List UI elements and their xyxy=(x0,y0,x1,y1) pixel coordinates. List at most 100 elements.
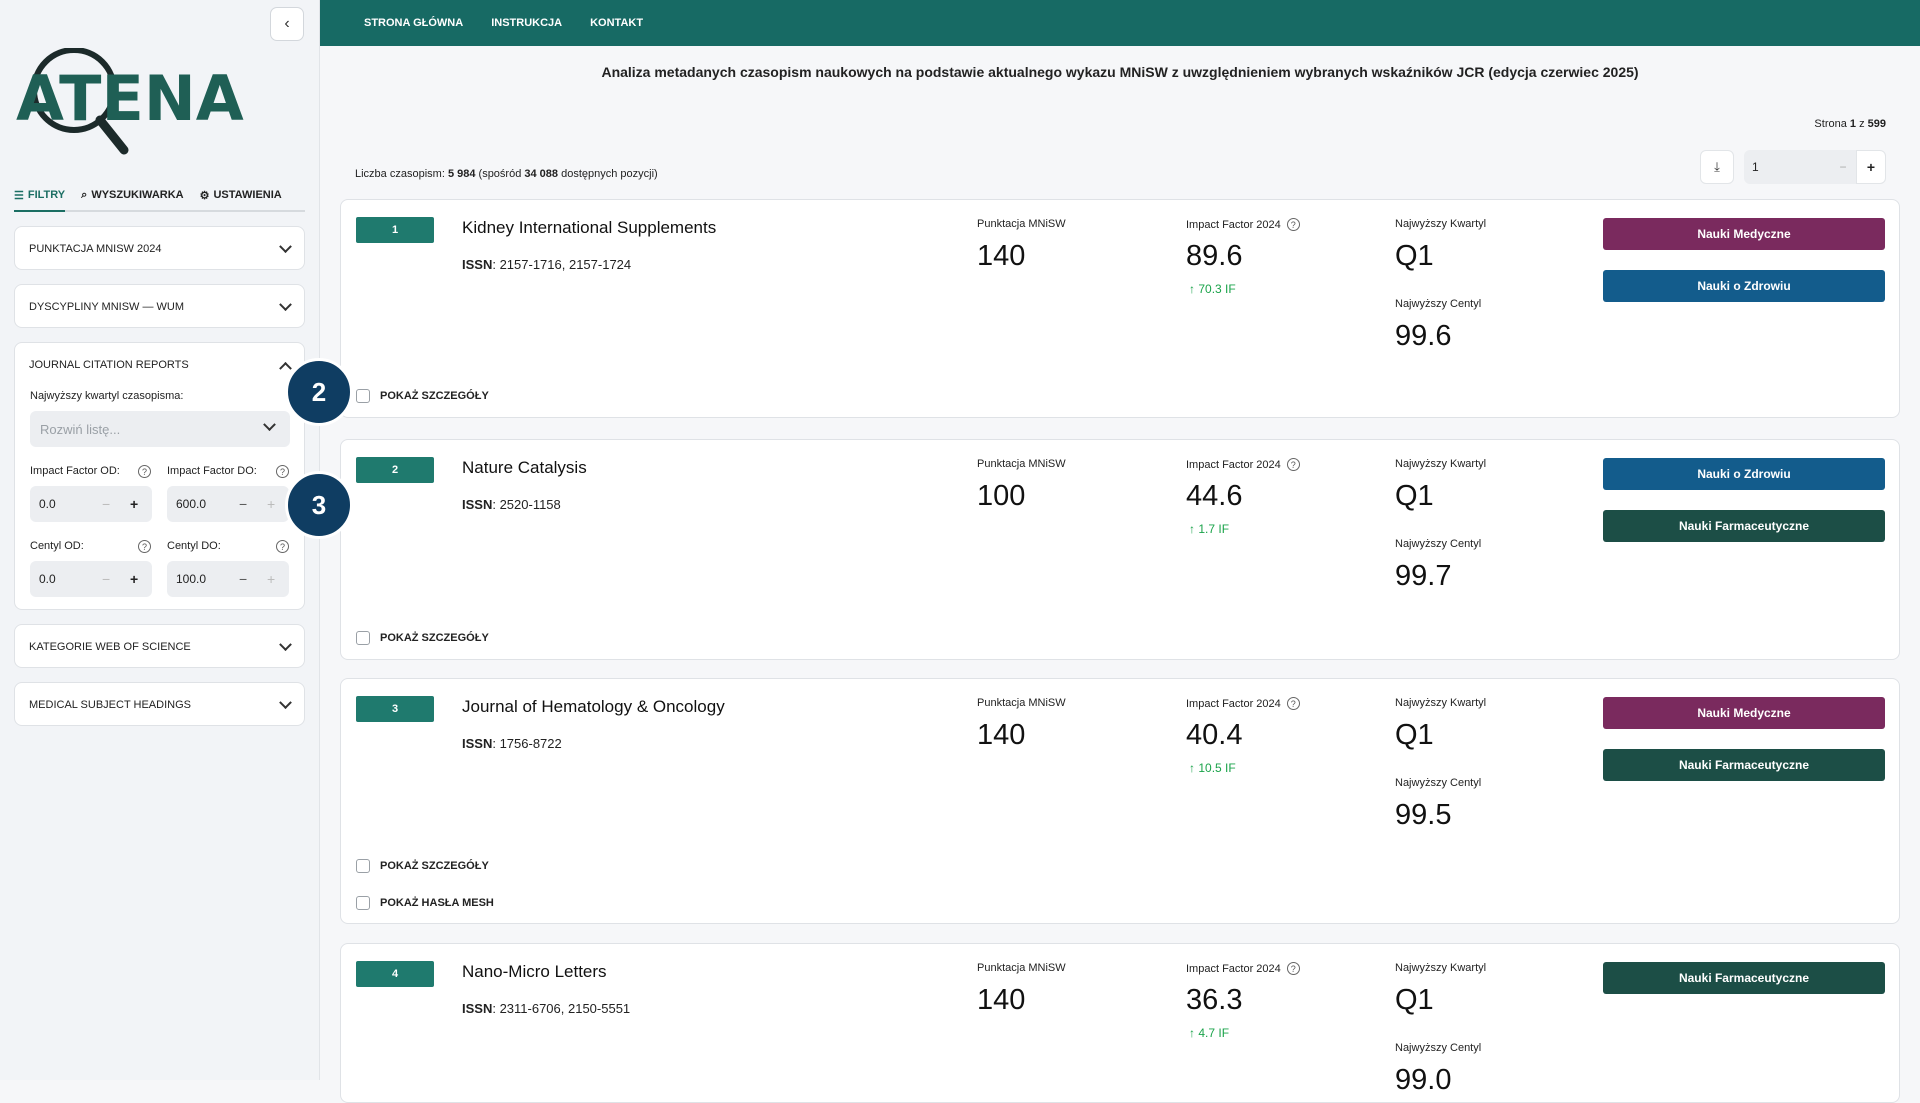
show-details-checkbox[interactable]: POKAŻ SZCZEGÓŁY xyxy=(356,859,489,873)
plus-icon[interactable]: + xyxy=(130,571,138,587)
help-icon[interactable]: ? xyxy=(138,540,151,553)
minus-icon[interactable]: − xyxy=(239,571,247,587)
help-icon[interactable]: ? xyxy=(1286,962,1300,975)
checkbox-box[interactable] xyxy=(356,896,370,910)
gear-icon: ⚙ xyxy=(199,189,210,202)
minus-icon[interactable]: − xyxy=(239,496,247,512)
impact-value: 89.6 xyxy=(1186,240,1243,272)
page-info: Strona 1 z 599 xyxy=(1814,118,1886,130)
impact-label: Impact Factor 2024? xyxy=(1186,218,1300,231)
tab-ustawienia-label: USTAWIENIA xyxy=(213,189,282,201)
journal-title[interactable]: Nature Catalysis xyxy=(462,458,587,478)
help-icon[interactable]: ? xyxy=(138,465,151,478)
if-from-input[interactable]: 0.0 − + xyxy=(30,486,152,522)
impact-delta-value: 10.5 IF xyxy=(1198,761,1236,775)
checkbox-box[interactable] xyxy=(356,389,370,403)
centyl-value: 99.7 xyxy=(1395,560,1452,592)
panel-jcr-header[interactable]: JOURNAL CITATION REPORTS xyxy=(15,343,304,387)
panel-wos-title: KATEGORIE WEB OF SCIENCE xyxy=(29,641,191,653)
page-minus-button[interactable]: − xyxy=(1830,150,1856,184)
minus-icon[interactable]: − xyxy=(102,571,110,587)
centyl-from-label: Centyl OD: xyxy=(30,540,84,552)
help-icon[interactable]: ? xyxy=(1286,218,1300,231)
count-total: 34 088 xyxy=(524,168,559,180)
checkbox-box[interactable] xyxy=(356,631,370,645)
page-total: 599 xyxy=(1867,118,1886,130)
kwartyl-value: Q1 xyxy=(1395,719,1434,751)
panel-dyscypliny[interactable]: DYSCYPLINY MNISW — WUM xyxy=(14,284,305,328)
centyl-from-input[interactable]: 0.0 − + xyxy=(30,561,152,597)
count-suffix: dostępnych pozycji) xyxy=(558,168,658,180)
nav-instrukcja[interactable]: INSTRUKCJA xyxy=(491,17,562,29)
discipline-tag[interactable]: Nauki o Zdrowiu xyxy=(1603,458,1885,490)
nav-strona-glowna[interactable]: STRONA GŁÓWNA xyxy=(364,17,463,29)
page-number-input[interactable]: 1 xyxy=(1744,150,1830,184)
journal-title[interactable]: Journal of Hematology & Oncology xyxy=(462,697,725,717)
punktacja-label: Punktacja MNiSW xyxy=(977,697,1066,709)
discipline-tag[interactable]: Nauki Medyczne xyxy=(1603,218,1885,250)
kwartyl-value: Q1 xyxy=(1395,984,1434,1016)
minus-icon[interactable]: − xyxy=(102,496,110,512)
punktacja-label: Punktacja MNiSW xyxy=(977,458,1066,470)
kwartyl-label: Najwyższy Kwartyl xyxy=(1395,697,1486,709)
impact-delta-value: 1.7 IF xyxy=(1198,522,1230,536)
page-sep: z xyxy=(1856,118,1868,130)
punktacja-label-text: Punktacja MNiSW xyxy=(977,458,1066,470)
centyl-from-value: 0.0 xyxy=(39,572,56,586)
centyl-value: 99.0 xyxy=(1395,1064,1452,1096)
help-icon[interactable]: ? xyxy=(1286,697,1300,710)
issn-label: ISSN xyxy=(462,736,493,751)
page-plus-button[interactable]: + xyxy=(1856,150,1886,184)
checkbox-box[interactable] xyxy=(356,859,370,873)
impact-delta: ↑ 10.5 IF xyxy=(1189,761,1236,775)
show-details-checkbox[interactable]: POKAŻ SZCZEGÓŁY xyxy=(356,631,489,645)
kwartyl-value: Q1 xyxy=(1395,240,1434,272)
kwartyl-label: Najwyższy Kwartyl xyxy=(1395,458,1486,470)
issn-value: : 2520-1158 xyxy=(492,497,561,512)
kwartyl-label-text: Najwyższy Kwartyl xyxy=(1395,218,1487,230)
tab-ustawienia[interactable]: ⚙ USTAWIENIA xyxy=(200,180,282,210)
journal-title[interactable]: Kidney International Supplements xyxy=(462,218,716,238)
discipline-tag[interactable]: Nauki Farmaceutyczne xyxy=(1603,962,1885,994)
arrow-up-icon: ↑ xyxy=(1189,522,1195,536)
panel-wos[interactable]: KATEGORIE WEB OF SCIENCE xyxy=(14,624,305,668)
journal-title[interactable]: Nano-Micro Letters xyxy=(462,962,607,982)
issn-label: ISSN xyxy=(462,257,493,272)
nav-kontakt[interactable]: KONTAKT xyxy=(590,17,643,29)
punktacja-value: 140 xyxy=(977,984,1026,1016)
panel-dyscypliny-title: DYSCYPLINY MNISW — WUM xyxy=(29,301,185,313)
arrow-up-icon: ↑ xyxy=(1189,1026,1195,1040)
arrow-up-icon: ↑ xyxy=(1189,282,1195,296)
discipline-tag[interactable]: Nauki Farmaceutyczne xyxy=(1603,749,1885,781)
chevron-left-icon: ‹ xyxy=(284,15,290,32)
quartile-select[interactable]: Rozwiń listę... xyxy=(30,411,290,447)
discipline-tag[interactable]: Nauki Medyczne xyxy=(1603,697,1885,729)
download-button[interactable]: ⤓ xyxy=(1700,150,1734,184)
help-icon[interactable]: ? xyxy=(276,540,289,553)
journal-rank: 1 xyxy=(356,217,434,243)
tab-wyszukiwarka[interactable]: ⌕ WYSZUKIWARKA xyxy=(81,180,183,210)
sidebar-tabs: ☰ FILTRY ⌕ WYSZUKIWARKA ⚙ USTAWIENIA xyxy=(14,180,305,212)
top-navbar: STRONA GŁÓWNA INSTRUKCJA KONTAKT xyxy=(320,0,1920,46)
plus-icon[interactable]: + xyxy=(267,571,275,587)
plus-icon[interactable]: + xyxy=(130,496,138,512)
if-to-input[interactable]: 600.0 − + xyxy=(167,486,289,522)
step-marker-3: 3 xyxy=(285,471,353,539)
help-icon[interactable]: ? xyxy=(276,465,289,478)
tab-filtry-label: FILTRY xyxy=(27,189,66,201)
plus-icon[interactable]: + xyxy=(267,496,275,512)
issn-label: ISSN xyxy=(462,1001,493,1016)
discipline-tag[interactable]: Nauki Farmaceutyczne xyxy=(1603,510,1885,542)
centyl-to-input[interactable]: 100.0 − + xyxy=(167,561,289,597)
show-details-checkbox[interactable]: POKAŻ SZCZEGÓŁY xyxy=(356,389,489,403)
tab-filtry[interactable]: ☰ FILTRY xyxy=(14,180,66,212)
search-icon: ⌕ xyxy=(81,188,88,201)
show-mesh-checkbox[interactable]: POKAŻ HASŁA MESH xyxy=(356,896,494,910)
panel-punktacja[interactable]: PUNKTACJA MNISW 2024 xyxy=(14,226,305,270)
collapse-sidebar-button[interactable]: ‹ xyxy=(270,7,304,41)
panel-mesh[interactable]: MEDICAL SUBJECT HEADINGS xyxy=(14,682,305,726)
if-to-label-text: Impact Factor DO: xyxy=(167,465,257,477)
help-icon[interactable]: ? xyxy=(1286,458,1300,471)
discipline-tag[interactable]: Nauki o Zdrowiu xyxy=(1603,270,1885,302)
if-from-label-text: Impact Factor OD: xyxy=(30,465,120,477)
